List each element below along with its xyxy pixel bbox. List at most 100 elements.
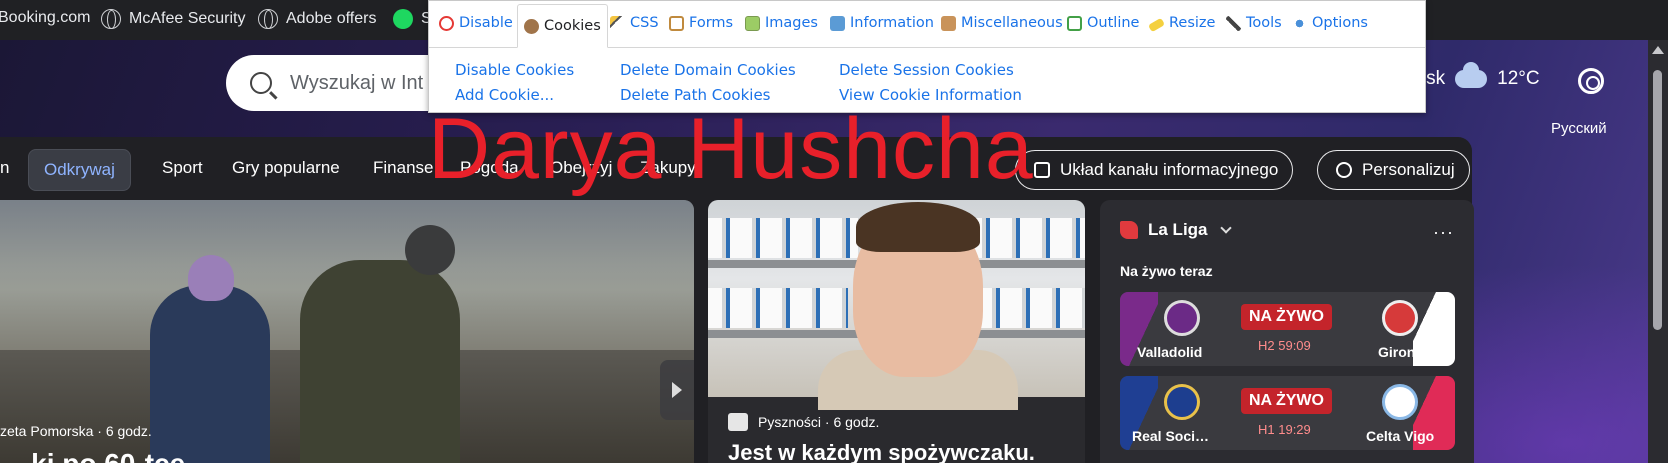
personalize-label: Personalizuj <box>1362 160 1455 179</box>
spotify-icon <box>393 9 413 29</box>
search-icon <box>250 72 272 94</box>
tab-label: Disable <box>459 15 513 31</box>
nav-item-gry[interactable]: Gry popularne <box>232 158 340 178</box>
tab-label: Outline <box>1087 15 1140 31</box>
match-card[interactable]: Valladolid Girona NA ŻYWO H2 59:09 <box>1120 292 1455 366</box>
watermark-text: Darya Hushcha <box>428 101 1034 197</box>
tab-cookies[interactable]: Cookies <box>517 4 608 48</box>
tab-label: Tools <box>1246 15 1282 31</box>
live-now-header: Na żywo teraz <box>1120 263 1213 279</box>
search-placeholder: Wyszukaj w Int <box>290 71 424 94</box>
news-title[interactable]: Jest w każdym spożywczaku. <box>728 440 1035 463</box>
feed-layout-button[interactable]: Układ kanału informacyjnego <box>1015 150 1294 190</box>
image-icon <box>745 15 760 31</box>
chevron-down-icon <box>1219 222 1232 234</box>
bookmark-label: McAfee Security <box>129 10 246 27</box>
girona-crest-icon <box>1382 300 1418 336</box>
bookmark-mcafee[interactable]: McAfee Security <box>101 9 245 29</box>
home-team: Valladolid <box>1137 344 1203 360</box>
more-options-button[interactable]: ··· <box>1433 222 1454 243</box>
celta-crest-icon <box>1382 384 1418 420</box>
bookmark-booking[interactable]: Booking.com <box>0 9 91 27</box>
disable-icon <box>439 15 454 31</box>
live-badge: NA ŻYWO <box>1241 304 1332 330</box>
tab-options[interactable]: Options <box>1292 15 1368 31</box>
match-time: H2 59:09 <box>1258 338 1311 353</box>
web-developer-toolbar: Disable Cookies CSS Forms Images Informa… <box>428 0 1426 113</box>
options-icon <box>1292 15 1307 31</box>
bookmark-label: Adobe offers <box>286 10 377 27</box>
tab-miscellaneous[interactable]: Miscellaneous <box>941 15 1063 31</box>
nav-item-sport[interactable]: Sport <box>162 158 203 178</box>
main-card-source: zeta Pomorska · 6 godz. <box>0 423 152 439</box>
outline-icon <box>1067 15 1082 31</box>
tab-label: Images <box>765 15 818 31</box>
bookmark-label: Booking.com <box>0 9 91 26</box>
la-liga-icon <box>1120 221 1138 239</box>
toolbar-tabs: Disable Cookies CSS Forms Images Informa… <box>429 1 1425 48</box>
home-team: Real Soci… <box>1132 428 1210 444</box>
bookmark-spotify[interactable]: S <box>393 9 432 29</box>
source-logo-icon <box>728 413 748 431</box>
photo-person <box>300 260 460 463</box>
photo-person-head <box>405 225 455 275</box>
layout-icon <box>1034 162 1050 178</box>
delete-session-cookies-link[interactable]: Delete Session Cookies <box>839 61 1014 79</box>
tab-label: Resize <box>1169 15 1216 31</box>
scroll-up-arrow-icon[interactable] <box>1652 46 1664 54</box>
tab-tools[interactable]: Tools <box>1226 15 1282 31</box>
page-scrollbar[interactable] <box>1648 40 1668 463</box>
cookie-icon <box>524 18 539 34</box>
feed-layout-label: Układ kanału informacyjnego <box>1060 160 1279 179</box>
globe-icon <box>101 9 121 29</box>
carousel-next-button[interactable] <box>660 360 694 420</box>
news-photo <box>708 200 1085 410</box>
away-team: Girona <box>1378 344 1424 360</box>
nav-item-cut[interactable]: n <box>0 158 9 178</box>
tab-images[interactable]: Images <box>745 15 818 31</box>
real-sociedad-crest-icon <box>1164 384 1200 420</box>
disable-cookies-link[interactable]: Disable Cookies <box>455 61 574 79</box>
tools-icon <box>1226 15 1241 31</box>
weather-temp: 12°C <box>1497 68 1540 89</box>
league-title: La Liga <box>1148 220 1208 239</box>
tab-label: CSS <box>630 15 659 31</box>
league-selector[interactable]: La Liga <box>1120 220 1232 240</box>
live-badge: NA ŻYWO <box>1241 388 1332 414</box>
main-card-title[interactable]: ... ki po 60-tce ... ... <box>0 448 247 463</box>
tab-label: Options <box>1312 15 1368 31</box>
info-icon <box>830 15 845 31</box>
tab-outline[interactable]: Outline <box>1067 15 1139 31</box>
tab-label: Miscellaneous <box>961 15 1063 31</box>
globe-icon <box>258 9 278 29</box>
ruler-icon <box>1148 17 1165 33</box>
nav-item-finanse[interactable]: Finanse <box>373 158 433 178</box>
away-team: Celta Vigo <box>1366 428 1435 444</box>
personalize-button[interactable]: Personalizuj <box>1317 150 1470 190</box>
tab-forms[interactable]: Forms <box>669 15 733 31</box>
match-time: H1 19:29 <box>1258 422 1311 437</box>
la-liga-card: La Liga ··· Na żywo teraz Valladolid Gir… <box>1100 200 1474 463</box>
box-icon <box>941 15 956 31</box>
valladolid-crest-icon <box>1164 300 1200 336</box>
cloud-icon <box>1455 62 1488 88</box>
language-link[interactable]: Русский <box>1551 120 1607 137</box>
news-card[interactable]: Pyszności · 6 godz. Jest w każdym spożyw… <box>708 200 1085 463</box>
tab-label: Cookies <box>544 18 601 34</box>
star-icon <box>1336 162 1352 178</box>
photo-person <box>150 285 270 463</box>
gear-icon[interactable] <box>1578 68 1604 94</box>
nav-item-odkrywaj[interactable]: Odkrywaj <box>28 149 131 191</box>
scrollbar-thumb[interactable] <box>1653 70 1662 330</box>
bookmark-adobe[interactable]: Adobe offers <box>258 9 376 29</box>
tab-label: Information <box>850 15 934 31</box>
news-source: Pyszności · 6 godz. <box>758 414 880 430</box>
delete-domain-cookies-link[interactable]: Delete Domain Cookies <box>620 61 796 79</box>
tab-resize[interactable]: Resize <box>1148 15 1216 33</box>
tab-information[interactable]: Information <box>830 15 934 31</box>
photo-person-head <box>188 255 234 301</box>
tab-disable[interactable]: Disable <box>439 15 513 31</box>
tab-css[interactable]: CSS <box>610 15 659 31</box>
match-card[interactable]: Real Soci… Celta Vigo NA ŻYWO H1 19:29 <box>1120 376 1455 450</box>
wand-icon <box>610 15 625 31</box>
